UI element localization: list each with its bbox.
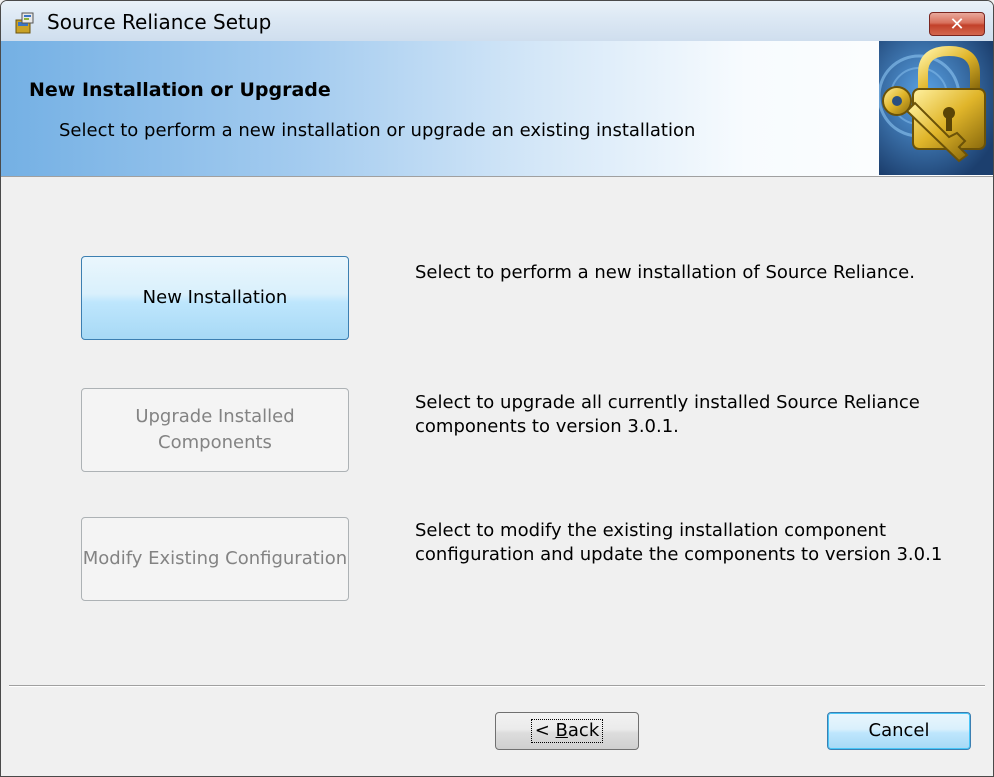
padlock-key-icon <box>879 41 993 175</box>
modify-existing-configuration-button[interactable]: Modify Existing Configuration <box>81 517 349 601</box>
banner-subtitle: Select to perform a new installation or … <box>59 120 696 141</box>
banner-title: New Installation or Upgrade <box>29 79 331 101</box>
modify-description: Select to modify the existing installati… <box>415 520 943 565</box>
installer-app-icon <box>15 12 34 34</box>
title-bar[interactable]: Source Reliance Setup ✕ <box>1 1 993 41</box>
upgrade-description: Select to upgrade all currently installe… <box>415 392 920 437</box>
setup-window: Source Reliance Setup ✕ New Installation… <box>0 0 994 777</box>
back-button[interactable]: < Back <box>495 712 639 750</box>
back-button-label: < Back <box>530 719 604 743</box>
upgrade-installed-components-button[interactable]: Upgrade Installed Components <box>81 388 349 472</box>
close-button[interactable]: ✕ <box>929 12 985 36</box>
header-banner: New Installation or Upgrade Select to pe… <box>1 41 993 177</box>
footer-separator <box>9 685 985 687</box>
close-icon: ✕ <box>949 14 965 35</box>
window-title: Source Reliance Setup <box>47 10 272 34</box>
new-installation-button[interactable]: New Installation <box>81 256 349 340</box>
cancel-button[interactable]: Cancel <box>827 712 971 750</box>
new-installation-description: Select to perform a new installation of … <box>415 262 915 283</box>
